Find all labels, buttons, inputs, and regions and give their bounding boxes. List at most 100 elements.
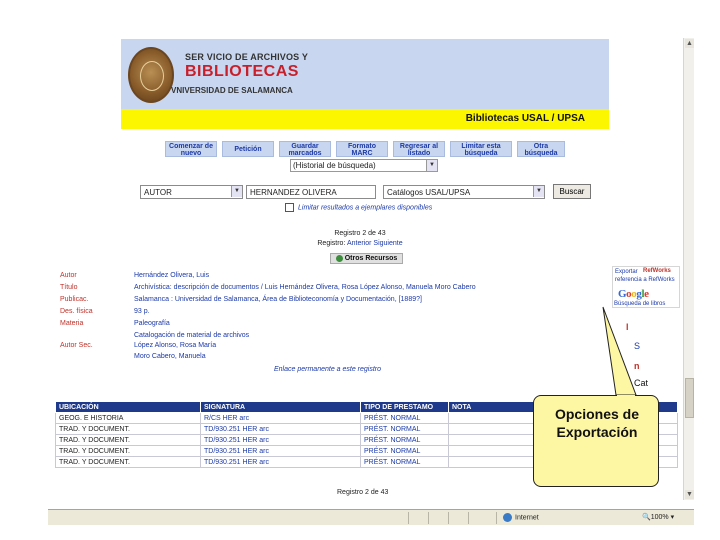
holding-location: TRAD. Y DOCUMENT. [55,445,201,457]
field-label-physical-desc: Des. física [60,308,93,315]
holding-location: GEOG. E HISTORIA [55,412,201,424]
scroll-down-icon[interactable]: ▼ [685,490,694,499]
holdings-header-loan-type: TIPO DE PRESTAMO [360,401,449,413]
university-seal-icon [128,47,174,103]
next-record-link[interactable]: Siguiente [373,240,402,247]
search-button[interactable]: Buscar [553,184,591,199]
field-value-subject-1[interactable]: Paleografía [134,320,170,327]
export-fragment-4: Cat [634,378,649,388]
holdings-header-location: UBICACIÓN [55,401,201,413]
holding-callnumber[interactable]: TD/930.251 HER arc [200,423,361,435]
field-value-title: Archivística: descripción de documentos … [134,284,476,291]
catalog-value: Catálogos USAL/UPSA [387,188,471,197]
limit-available-checkbox[interactable] [285,203,294,212]
refworks-logo: RefWorks [643,268,671,274]
start-over-button[interactable]: Comenzar de nuevo [165,141,217,157]
status-divider [496,512,497,524]
record-nav-prefix: Registro: [317,240,346,247]
library-header: SER VICIO DE ARCHIVOS Y BIBLIOTECAS VNIV… [121,39,609,109]
limit-available-label: Limitar resultados a ejemplares disponib… [298,204,433,212]
holding-loan-type: PRÉST. NORMAL [360,423,449,435]
holding-callnumber[interactable]: R/CS HER arc [200,412,361,424]
field-type-value: AUTOR [144,188,172,197]
status-divider [468,512,469,524]
scroll-up-icon[interactable]: ▲ [685,39,694,48]
field-label-subject: Materia [60,320,84,327]
catalog-select[interactable]: Catálogos USAL/UPSA ▼ [383,185,545,199]
field-value-secondary-author-1[interactable]: López Alonso, Rosa María [134,342,216,349]
search-field-type-select[interactable]: AUTOR ▼ [140,185,243,199]
security-zone-label: Internet [515,514,539,522]
chevron-down-icon: ▼ [533,186,544,197]
other-resources-button[interactable]: Otros Recursos [330,253,403,264]
export-fragment-3: n [634,361,640,371]
zoom-value: 100% [650,514,669,521]
record-position: Registro 2 de 43 [334,230,386,237]
export-fragment-2: S [634,341,641,351]
holding-loan-type: PRÉST. NORMAL [360,434,449,446]
status-divider [408,512,409,524]
export-refworks-label: referencia a RefWorks [615,277,675,283]
export-label: Exportar [615,269,638,275]
holding-location: TRAD. Y DOCUMENT. [55,423,201,435]
holding-location: TRAD. Y DOCUMENT. [55,456,201,468]
other-resources-label: Otros Recursos [344,255,398,262]
holding-callnumber[interactable]: TD/930.251 HER arc [200,456,361,468]
holding-loan-type: PRÉST. NORMAL [360,456,449,468]
request-button[interactable]: Petición [222,141,274,157]
resources-icon [335,254,343,262]
limit-available-row[interactable]: Limitar resultados a ejemplares disponib… [285,203,432,212]
search-query-input[interactable]: HERNANDEZ OLIVERA [246,185,376,199]
previous-record-link[interactable]: Anterior [347,240,372,247]
google-letter-1: G [618,288,627,300]
export-fragment-1: l [626,322,629,332]
holding-callnumber[interactable]: TD/930.251 HER arc [200,434,361,446]
header-service-line: SER VICIO DE ARCHIVOS Y [185,52,309,62]
google-books-label: Búsqueda de libros [614,301,666,307]
holding-callnumber[interactable]: TD/930.251 HER arc [200,445,361,457]
field-label-title: Título [60,284,78,291]
new-search-button[interactable]: Otra búsqueda [517,141,565,157]
holding-loan-type: PRÉST. NORMAL [360,412,449,424]
browser-page: SER VICIO DE ARCHIVOS Y BIBLIOTECAS VNIV… [0,0,720,540]
record-navigation: Registro 2 de 43 Registro: Anterior Sigu… [300,229,420,249]
field-value-secondary-author-2[interactable]: Moro Cabero, Manuela [134,353,206,360]
zoom-icon: 🔍 [642,514,651,521]
search-history-select[interactable]: (Historial de búsqueda) ▼ [290,159,438,172]
field-label-author: Autor [60,272,77,279]
google-books-logo[interactable]: Google [618,288,649,300]
band-label: Bibliotecas USAL / UPSA [465,113,585,124]
return-to-list-button[interactable]: Regresar al listado [393,141,445,157]
field-value-author[interactable]: Hernández Olivera, Luis [134,272,209,279]
field-label-secondary-author: Autor Sec. [60,342,93,349]
holdings-header-callnumber: SIGNATURA [200,401,361,413]
field-label-publication: Publicac. [60,296,89,303]
holding-loan-type: PRÉST. NORMAL [360,445,449,457]
limit-search-button[interactable]: Limitar esta búsqueda [450,141,512,157]
library-band: Bibliotecas USAL / UPSA [121,109,609,129]
status-divider [428,512,429,524]
scrollbar-thumb[interactable] [685,378,694,418]
history-select-value: (Historial de búsqueda) [293,161,376,170]
header-libraries-title: BIBLIOTECAS [185,63,299,80]
zoom-level[interactable]: 🔍100% ▾ [642,513,674,521]
browser-status-bar: Internet 🔍100% ▾ [48,509,694,525]
field-value-physical-desc: 93 p. [134,308,150,315]
security-zone: Internet [503,513,539,522]
callout-text: Opciones de Exportación [554,406,640,440]
holding-location: TRAD. Y DOCUMENT. [55,434,201,446]
chevron-down-icon: ▼ [426,160,437,171]
field-value-subject-2[interactable]: Catalogación de material de archivos [134,332,249,339]
google-letter-6: e [644,288,649,300]
chevron-down-icon: ▼ [231,186,242,197]
marc-format-button[interactable]: Formato MARC [336,141,388,157]
status-divider [448,512,449,524]
header-university-line: VNIVERSIDAD DE SALAMANCA [171,86,293,95]
save-marked-button[interactable]: Guardar marcados [279,141,331,157]
vertical-scrollbar[interactable]: ▲ ▼ [683,38,694,500]
field-value-publication: Salamanca : Universidad de Salamanca, Ár… [134,296,422,303]
globe-icon [503,513,512,522]
permalink-link[interactable]: Enlace permanente a este registro [274,366,381,373]
record-position-bottom: Registro 2 de 43 [337,489,389,496]
record-nav-links: Registro: Anterior Siguiente [300,239,420,249]
